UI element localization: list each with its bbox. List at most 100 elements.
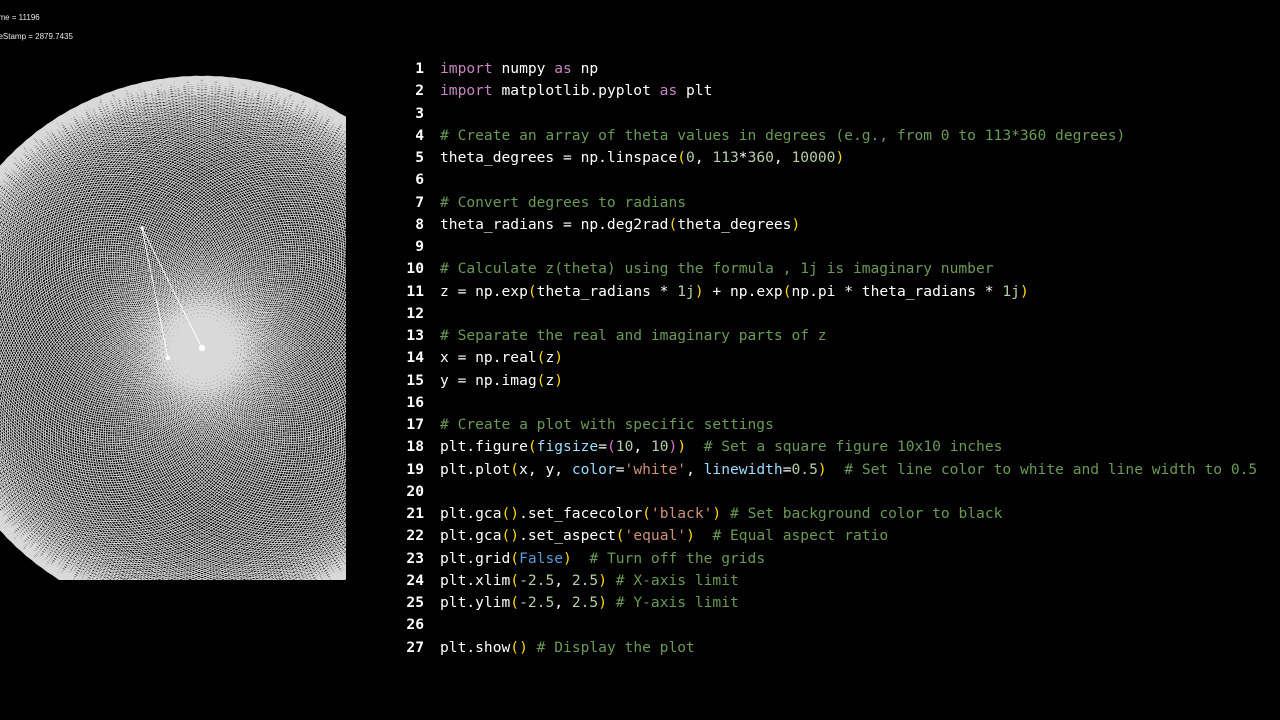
code-token: plt.xlim: [440, 571, 511, 589]
code-token: ,: [773, 149, 792, 166]
code-token: # Separate the real and imaginary parts …: [440, 327, 827, 344]
line-number: 24: [406, 571, 424, 589]
code-token: ): [835, 149, 845, 166]
code-token: + np.exp: [703, 282, 783, 300]
code-token: (: [510, 460, 520, 478]
code-token: theta_degrees = np.linspace: [440, 149, 678, 166]
code-token: (: [677, 149, 687, 166]
code-token: (: [510, 571, 520, 589]
code-line: 13 # Separate the real and imaginary part…: [398, 325, 1280, 347]
code-token: 360: [747, 149, 774, 166]
curve-line: [0, 75, 346, 580]
code-token: *: [738, 149, 748, 166]
code-token: plt.ylim: [440, 594, 511, 611]
code-line: 23 plt.grid(False) # Turn off the grids: [398, 548, 1280, 570]
code-token: import: [440, 82, 493, 100]
code-token: (: [668, 215, 678, 233]
code-token: ): [694, 282, 704, 300]
code-token: ): [1019, 282, 1029, 300]
code-token: plt.gca: [440, 505, 502, 522]
code-line: 18 plt.figure(figsize=(10, 10)) # Set a s…: [398, 436, 1280, 458]
code-token: (): [501, 527, 520, 545]
code-editor: 1 import numpy as np 2 import matplotlib.py…: [398, 58, 1280, 659]
code-token: # Convert degrees to radians: [440, 193, 687, 211]
code-token: (: [527, 282, 537, 300]
code-line: 15 y = np.imag(z): [398, 370, 1280, 392]
code-token: =: [782, 460, 792, 478]
code-token: 'equal': [624, 527, 687, 545]
code-line: 12: [398, 303, 1280, 325]
code-token: ): [668, 438, 678, 456]
code-token: # Set a square figure 10x10 inches: [703, 438, 1003, 456]
line-number: 18: [406, 438, 424, 456]
line-number: 3: [415, 104, 424, 122]
line-number: 16: [406, 393, 424, 411]
code-token: -2.5: [519, 594, 555, 611]
code-token: ,: [686, 460, 704, 478]
code-token: 10: [650, 438, 669, 456]
line-number: 22: [406, 527, 424, 545]
code-token: -2.5: [519, 571, 555, 589]
code-line: 20: [398, 481, 1280, 503]
code-token: ): [712, 505, 722, 522]
code-line: 6: [398, 169, 1280, 191]
code-line: 27 plt.show() # Display the plot: [398, 637, 1280, 659]
code-line: 26: [398, 614, 1280, 636]
line-number: 11: [406, 282, 424, 300]
line-number: 7: [415, 193, 424, 211]
code-token: =: [598, 438, 607, 456]
line-number: 1: [415, 60, 424, 77]
code-token: y = np.imag: [440, 371, 537, 389]
code-line: 2 import matplotlib.pyplot as plt: [398, 80, 1280, 102]
frame-counter: ame = 11196: [0, 13, 40, 22]
code-token: as: [659, 82, 678, 100]
code-token: .set_facecolor: [519, 505, 643, 522]
code-token: theta_radians *: [536, 282, 678, 300]
phasor-point: [140, 226, 144, 230]
code-line: 17 # Create a plot with specific settings: [398, 414, 1280, 436]
code-token: (: [782, 282, 792, 300]
code-line: 7 # Convert degrees to radians: [398, 192, 1280, 214]
code-token: z = np.exp: [440, 282, 528, 300]
code-token: import: [440, 60, 493, 77]
code-token: z: [545, 349, 555, 367]
code-token: # Y-axis limit: [615, 594, 739, 611]
code-token: (): [510, 638, 528, 656]
line-number: 27: [406, 638, 424, 656]
code-token: ,: [633, 438, 651, 456]
code-token: plt.plot: [440, 460, 511, 478]
code-token: linewidth: [703, 460, 783, 478]
code-token: color: [571, 460, 616, 478]
code-token: 113: [712, 149, 739, 166]
code-token: z: [545, 371, 555, 389]
code-token: 'white': [624, 460, 687, 478]
code-token: # X-axis limit: [615, 571, 739, 589]
code-token: False: [519, 549, 564, 567]
code-line: 11 z = np.exp(theta_radians * 1j) + np.ex…: [398, 281, 1280, 303]
line-number: 13: [406, 327, 424, 344]
code-token: # Create a plot with specific settings: [440, 416, 774, 433]
code-line: 10 # Calculate z(theta) using the formula…: [398, 258, 1280, 280]
line-number: 21: [406, 505, 424, 522]
code-line: 8 theta_radians = np.deg2rad(theta_degree…: [398, 214, 1280, 236]
code-token: # Equal aspect ratio: [712, 527, 889, 545]
line-number: 2: [415, 82, 424, 100]
code-token: (: [615, 527, 625, 545]
line-number: 14: [406, 349, 424, 367]
line-number: 4: [415, 126, 424, 144]
curve-plot: [0, 60, 346, 580]
code-token: # Turn off the grids: [589, 549, 766, 567]
code-token: 'black': [650, 505, 713, 522]
code-token: 10: [615, 438, 634, 456]
code-line: 4 # Create an array of theta values in de…: [398, 125, 1280, 147]
code-line: 21 plt.gca().set_facecolor('black') # Set…: [398, 503, 1280, 525]
code-token: ): [598, 571, 607, 589]
code-token: ,: [554, 594, 572, 611]
code-token: ,: [694, 149, 713, 166]
code-token: 0.5: [791, 460, 818, 478]
